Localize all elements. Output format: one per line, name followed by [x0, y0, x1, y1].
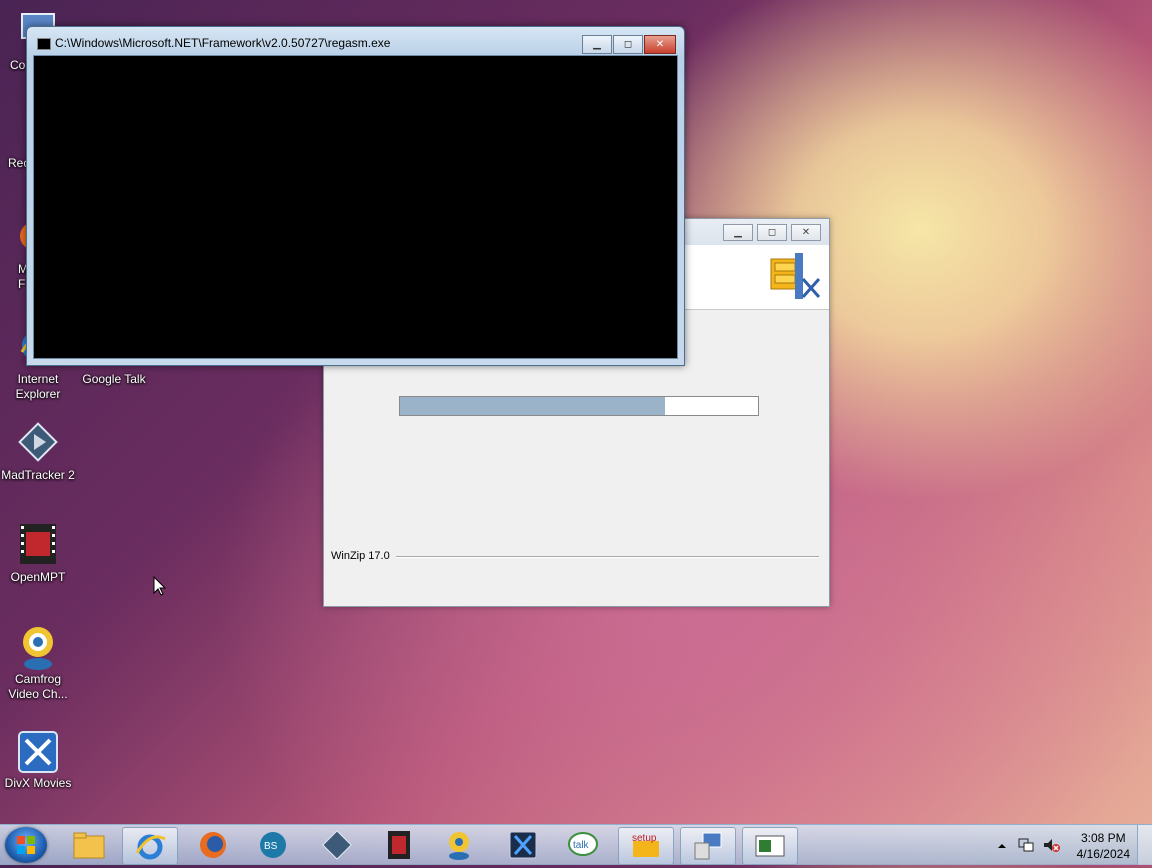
taskbar-explorer[interactable]	[62, 827, 116, 863]
close-button[interactable]: ✕	[791, 224, 821, 241]
taskbar-openmpt[interactable]	[372, 827, 426, 863]
maximize-button[interactable]: ◻	[613, 35, 643, 54]
desktop-icon-label: Camfrog Video Ch...	[8, 672, 68, 701]
svg-text:talk: talk	[573, 840, 590, 851]
setup-icon: setup	[632, 833, 659, 857]
network-tray-button[interactable]	[1018, 837, 1034, 853]
desktop-icon-label: Google Talk	[82, 372, 146, 386]
progress-fill	[400, 397, 665, 415]
console-titlebar[interactable]: C:\Windows\Microsoft.NET\Framework\v2.0.…	[27, 27, 684, 55]
taskbar-firefox[interactable]	[186, 827, 240, 863]
winzip-logo-icon	[769, 249, 823, 303]
console-app-icon	[37, 38, 51, 50]
firefox-icon	[200, 832, 226, 858]
desktop-icon-camfrog[interactable]: Camfrog Video Ch...	[0, 624, 76, 702]
chevron-up-icon	[998, 844, 1006, 848]
taskbar-winzip-setup[interactable]: setup	[618, 827, 674, 865]
divider	[396, 556, 819, 558]
network-installer-icon	[694, 832, 722, 860]
start-button[interactable]	[5, 827, 47, 863]
maximize-button[interactable]: ◻	[757, 224, 787, 241]
desktop-icon-divx-movies[interactable]: DivX Movies	[0, 728, 76, 791]
window-title: C:\Windows\Microsoft.NET\Framework\v2.0.…	[55, 36, 391, 50]
console-window: C:\Windows\Microsoft.NET\Framework\v2.0.…	[26, 26, 685, 366]
minimize-button[interactable]: ▁	[582, 35, 612, 54]
svg-text:BS: BS	[264, 841, 278, 852]
taskbar-regasm[interactable]	[680, 827, 736, 865]
divx-icon	[509, 831, 537, 859]
windows-logo-icon	[17, 836, 35, 854]
taskbar-divx[interactable]	[496, 827, 550, 863]
minimize-button[interactable]: ▁	[723, 224, 753, 241]
console-icon	[755, 835, 785, 857]
taskbar-google-talk[interactable]: talk	[556, 827, 610, 863]
system-clock[interactable]: 3:08 PM 4/16/2024	[1077, 830, 1130, 862]
openmpt-icon	[16, 522, 60, 566]
bs-player-icon: BS	[260, 832, 286, 858]
google-talk-icon: talk	[568, 832, 598, 856]
openmpt-icon	[388, 831, 410, 859]
taskbar-madtracker[interactable]	[310, 827, 364, 863]
clock-date: 4/16/2024	[1076, 847, 1130, 861]
camfrog-icon	[449, 832, 469, 860]
taskbar-bs-player[interactable]: BS	[246, 827, 300, 863]
taskbar: BS talk setup 3:08 PM 4/16/2024	[0, 824, 1152, 865]
svg-text:setup: setup	[632, 833, 657, 844]
console-output[interactable]	[33, 55, 678, 359]
network-icon	[1018, 838, 1034, 852]
mouse-cursor-icon	[153, 575, 167, 601]
desktop-icon-label: OpenMPT	[10, 570, 66, 584]
folder-icon	[73, 832, 105, 859]
show-hidden-icons-button[interactable]	[996, 839, 1008, 851]
desktop-icon-label: MadTracker 2	[1, 468, 75, 482]
desktop-icon-openmpt[interactable]: OpenMPT	[0, 522, 76, 585]
taskbar-camfrog[interactable]	[432, 827, 486, 863]
desktop-icon-label: Internet Explorer	[15, 372, 61, 401]
desktop-icon-madtracker[interactable]: MadTracker 2	[0, 420, 76, 483]
divx-icon	[16, 728, 60, 773]
madtracker-icon	[322, 830, 352, 860]
volume-tray-button[interactable]	[1042, 837, 1060, 853]
desktop-icon-label: DivX Movies	[4, 776, 72, 790]
close-button[interactable]: ✕	[644, 35, 676, 54]
progress-bar	[399, 396, 759, 416]
show-desktop-button[interactable]	[1137, 825, 1152, 865]
winzip-version-label: WinZip 17.0	[331, 550, 390, 562]
camfrog-icon	[16, 624, 60, 670]
taskbar-internet-explorer[interactable]	[122, 827, 178, 865]
taskbar-console[interactable]	[742, 827, 798, 865]
clock-time: 3:08 PM	[1080, 831, 1126, 845]
volume-muted-icon	[1044, 839, 1060, 852]
madtracker-icon	[16, 420, 60, 464]
internet-explorer-icon	[135, 834, 166, 860]
